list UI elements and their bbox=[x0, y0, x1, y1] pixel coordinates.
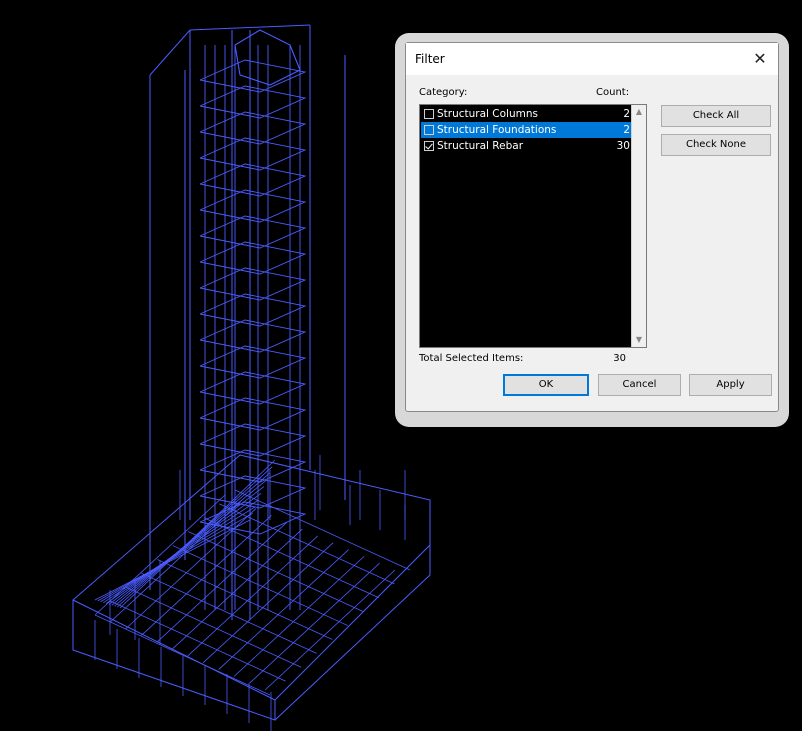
list-item[interactable]: Structural Columns 2 bbox=[421, 106, 631, 122]
cancel-button[interactable]: Cancel bbox=[598, 374, 681, 396]
category-count: 30 bbox=[616, 140, 630, 152]
category-label: Structural Foundations bbox=[437, 124, 557, 136]
dialog-title: Filter bbox=[415, 52, 445, 66]
scroll-up-icon[interactable]: ▲ bbox=[632, 105, 646, 119]
category-label: Structural Columns bbox=[437, 108, 538, 120]
list-item[interactable]: Structural Rebar 30 bbox=[421, 138, 631, 154]
dialog-titlebar[interactable]: Filter ✕ bbox=[406, 43, 778, 75]
check-all-button[interactable]: Check All bbox=[661, 105, 771, 127]
scroll-down-icon[interactable]: ▼ bbox=[632, 333, 646, 347]
apply-button[interactable]: Apply bbox=[689, 374, 772, 396]
close-icon[interactable]: ✕ bbox=[748, 47, 772, 71]
category-count: 2 bbox=[623, 124, 630, 136]
category-count: 2 bbox=[623, 108, 630, 120]
checkbox-icon[interactable] bbox=[424, 141, 434, 151]
ok-button[interactable]: OK bbox=[503, 374, 589, 396]
filter-dialog: Filter ✕ Category: Count: Structural Col… bbox=[405, 42, 779, 412]
category-label: Structural Rebar bbox=[437, 140, 524, 152]
total-selected-label: Total Selected Items: bbox=[419, 353, 524, 364]
category-column-header: Category: bbox=[419, 87, 468, 98]
list-scrollbar[interactable]: ▲ ▼ bbox=[631, 105, 646, 347]
check-none-button[interactable]: Check None bbox=[661, 134, 771, 156]
category-list[interactable]: Structural Columns 2 Structural Foundati… bbox=[419, 104, 647, 348]
category-list-items: Structural Columns 2 Structural Foundati… bbox=[421, 106, 631, 154]
count-column-header: Count: bbox=[596, 87, 630, 98]
total-selected-value: 30 bbox=[613, 353, 626, 364]
checkbox-icon[interactable] bbox=[424, 109, 434, 119]
checkbox-icon[interactable] bbox=[424, 125, 434, 135]
list-item[interactable]: Structural Foundations 2 bbox=[421, 122, 631, 138]
